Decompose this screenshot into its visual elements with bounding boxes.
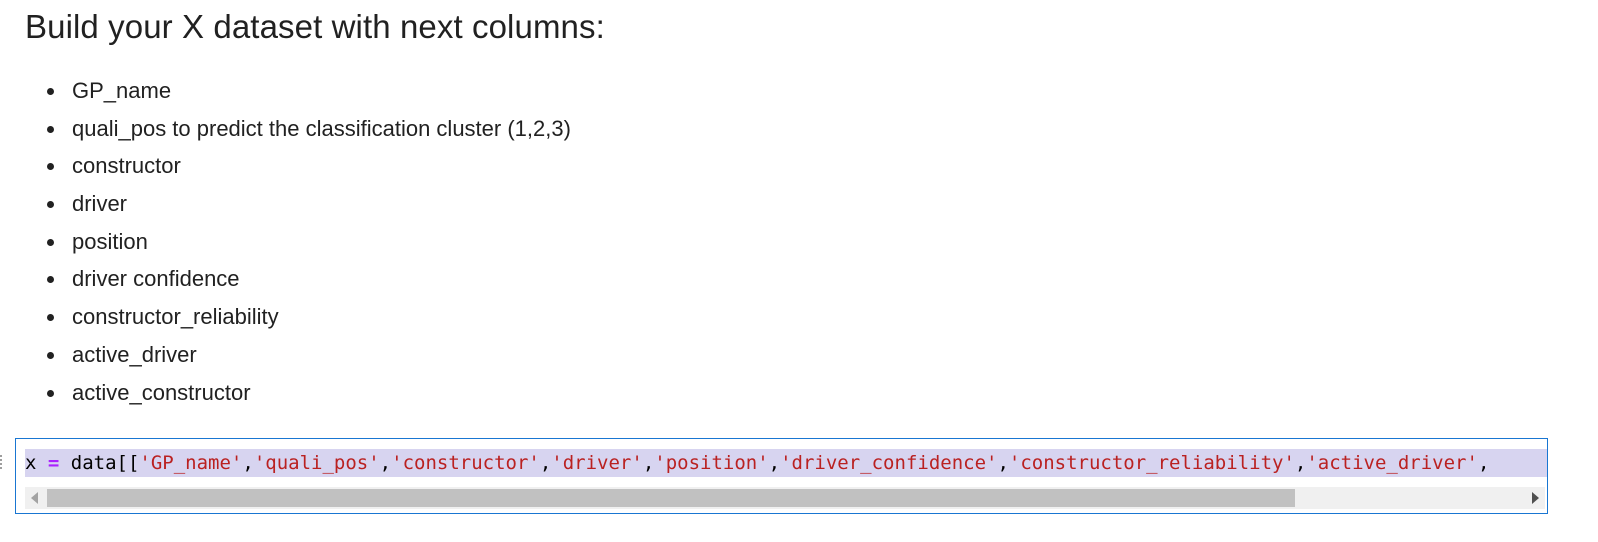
list-item-text: position	[72, 228, 148, 254]
code-string: 'constructor_reliability'	[1008, 452, 1295, 474]
scroll-left-arrow-icon[interactable]	[31, 492, 38, 504]
bullet-icon	[47, 238, 54, 246]
list-item-text: active_driver	[72, 341, 197, 367]
bullet-icon	[47, 88, 54, 95]
list-item: active_constructor	[0, 374, 571, 412]
code-string: 'position'	[654, 452, 769, 474]
code-separator: ,	[379, 452, 392, 474]
bullet-icon	[47, 351, 54, 359]
markdown-heading: Build your X dataset with next columns:	[25, 8, 605, 45]
code-string: 'GP_name'	[139, 452, 243, 474]
code-editor-line[interactable]: x = data[['GP_name','quali_pos','constru…	[25, 449, 1547, 477]
code-separator: ,	[642, 452, 655, 474]
scrollbar-thumb[interactable]	[47, 489, 1295, 507]
bullet-icon	[47, 201, 54, 209]
bullet-icon	[47, 163, 54, 171]
list-item: driver confidence	[0, 260, 571, 298]
code-variable: x	[25, 452, 48, 474]
column-list: GP_name quali_pos to predict the classif…	[0, 72, 571, 411]
list-item: position	[0, 223, 571, 261]
list-item-text: constructor_reliability	[72, 304, 279, 330]
cell-prompt-marker	[0, 455, 5, 469]
list-item-text: quali_pos to predict the classification …	[72, 115, 571, 141]
code-string: 'driver_confidence'	[780, 452, 998, 474]
list-item-text: driver confidence	[72, 266, 240, 292]
list-item: constructor	[0, 147, 571, 185]
list-item-text: active_constructor	[72, 379, 251, 405]
code-cell[interactable]: x = data[['GP_name','quali_pos','constru…	[15, 438, 1548, 514]
code-separator: ,	[242, 452, 254, 474]
list-item: driver	[0, 185, 571, 223]
code-separator: ,	[1294, 452, 1307, 474]
code-separator: ,	[997, 452, 1009, 474]
list-item-text: GP_name	[72, 78, 172, 103]
code-separator: ,	[768, 452, 781, 474]
bullet-icon	[47, 125, 54, 133]
bullet-icon	[47, 314, 54, 322]
list-item: active_driver	[0, 336, 571, 374]
list-item-text: driver	[72, 191, 128, 217]
list-item: constructor_reliability	[0, 298, 571, 336]
code-string: 'quali_pos'	[253, 452, 380, 474]
code-separator: ,	[539, 452, 552, 474]
code-separator: ,	[1477, 452, 1490, 474]
code-string: 'constructor'	[391, 452, 540, 474]
bullet-icon	[47, 389, 54, 397]
horizontal-scrollbar[interactable]	[25, 487, 1545, 509]
code-string: 'driver'	[551, 452, 643, 474]
list-item: quali_pos to predict the classification …	[0, 110, 571, 148]
code-call: data[[	[59, 452, 140, 474]
bullet-icon	[47, 276, 54, 284]
code-operator: =	[47, 452, 60, 474]
list-item-text: constructor	[72, 153, 181, 179]
scroll-right-arrow-icon[interactable]	[1532, 492, 1539, 504]
list-item: GP_name	[0, 72, 571, 110]
code-string: 'active_driver'	[1306, 452, 1478, 474]
